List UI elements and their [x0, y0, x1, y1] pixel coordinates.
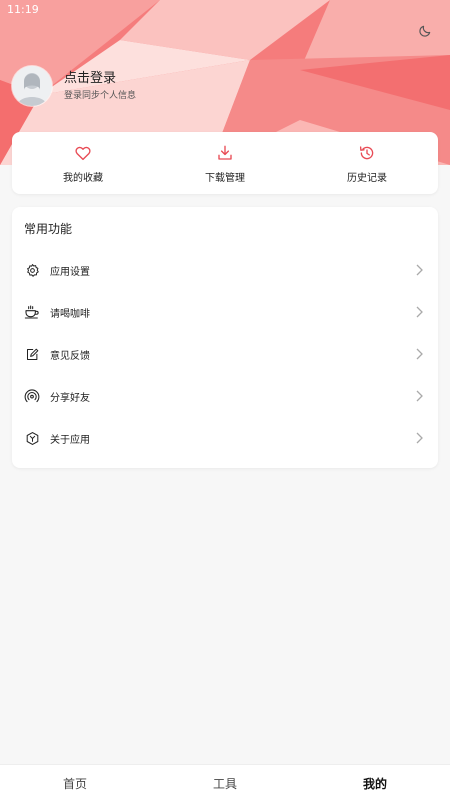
gear-icon: [24, 262, 40, 278]
nav-tools[interactable]: 工具: [150, 765, 300, 801]
share-icon: [24, 388, 40, 404]
feedback-label: 意见反馈: [50, 350, 90, 362]
default-avatar-icon: [12, 66, 52, 106]
login-text: 点击登录 登录同步个人信息: [64, 70, 136, 103]
avatar: [12, 66, 52, 106]
buy-coffee-label: 请喝咖啡: [50, 308, 90, 320]
status-time: 11:19: [7, 3, 39, 16]
bottom-nav: 首页 工具 我的: [0, 764, 450, 801]
chevron-right-icon: [416, 264, 423, 276]
section-title: 常用功能: [24, 222, 73, 236]
downloads-label: 下载管理: [205, 173, 245, 184]
share-friends-label: 分享好友: [50, 392, 90, 404]
history-button[interactable]: 历史记录: [296, 132, 438, 194]
quick-actions-card: 我的收藏 下载管理 历史记录: [12, 132, 438, 194]
history-icon: [359, 146, 374, 160]
app-settings-item[interactable]: 应用设置: [12, 249, 438, 291]
about-app-label: 关于应用: [50, 434, 90, 446]
chevron-right-icon: [416, 390, 423, 402]
function-list: 应用设置 请喝咖啡 意见反馈 分享好友 关于应用: [12, 249, 438, 459]
login-entry[interactable]: 点击登录 登录同步个人信息: [12, 66, 136, 106]
nav-mine[interactable]: 我的: [300, 765, 450, 801]
share-friends-item[interactable]: 分享好友: [12, 375, 438, 417]
chevron-right-icon: [416, 348, 423, 360]
login-title: 点击登录: [64, 70, 117, 86]
status-bar: 11:19: [0, 0, 450, 20]
about-app-item[interactable]: 关于应用: [12, 417, 438, 459]
nav-home[interactable]: 首页: [0, 765, 150, 801]
about-icon: [24, 430, 40, 446]
favorites-label: 我的收藏: [63, 173, 103, 184]
history-label: 历史记录: [347, 173, 387, 184]
chevron-right-icon: [416, 306, 423, 318]
heart-icon: [75, 146, 91, 161]
download-icon: [218, 145, 232, 160]
dark-mode-toggle[interactable]: [418, 24, 438, 44]
coffee-icon: [24, 304, 40, 320]
buy-coffee-item[interactable]: 请喝咖啡: [12, 291, 438, 333]
chevron-right-icon: [416, 432, 423, 444]
feedback-icon: [24, 346, 40, 362]
downloads-button[interactable]: 下载管理: [154, 132, 296, 194]
feedback-item[interactable]: 意见反馈: [12, 333, 438, 375]
favorites-button[interactable]: 我的收藏: [12, 132, 154, 194]
moon-icon: [419, 25, 431, 37]
app-settings-label: 应用设置: [50, 266, 90, 278]
login-subtitle: 登录同步个人信息: [64, 90, 137, 101]
common-functions-card: 常用功能 应用设置 请喝咖啡 意见反馈 分享好友 关于应用: [12, 207, 438, 468]
